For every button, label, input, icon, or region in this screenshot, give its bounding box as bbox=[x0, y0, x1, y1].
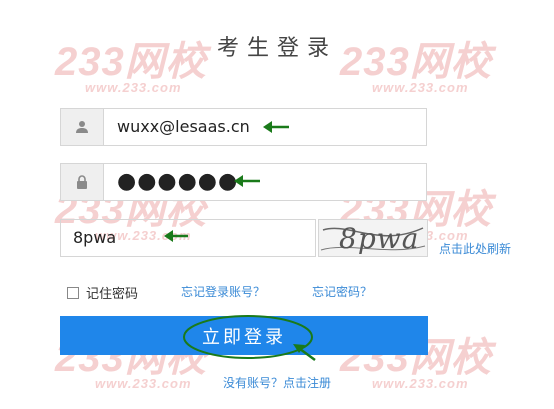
remember-checkbox[interactable] bbox=[67, 286, 79, 299]
captcha-image[interactable]: 8pwa bbox=[318, 219, 428, 257]
watermark-url: www.233.com bbox=[85, 80, 182, 95]
lock-icon bbox=[61, 164, 104, 200]
forgot-password-link[interactable]: 忘记密码？ bbox=[312, 283, 372, 300]
register-link[interactable]: 没有账号？点击注册 bbox=[0, 374, 554, 391]
username-value: wuxx@lesaas.cn bbox=[117, 117, 250, 136]
login-button-label: 立即登录 bbox=[202, 326, 286, 348]
username-field[interactable]: wuxx@lesaas.cn bbox=[60, 108, 427, 146]
password-value: ●●●●●● bbox=[117, 169, 239, 194]
remember-label: 记住密码 bbox=[86, 287, 139, 302]
page-title: 考生登录 bbox=[216, 36, 337, 61]
password-field[interactable]: ●●●●●● bbox=[60, 163, 427, 201]
captcha-input[interactable]: 8pwa bbox=[60, 219, 316, 257]
refresh-captcha-link[interactable]: 点击此处刷新 bbox=[439, 240, 511, 257]
captcha-image-text: 8pwa bbox=[339, 222, 420, 255]
captcha-value: 8pwa bbox=[73, 228, 117, 247]
forgot-account-link[interactable]: 忘记登录账号？ bbox=[181, 283, 265, 300]
user-icon bbox=[61, 109, 104, 145]
remember-password[interactable]: 记住密码 bbox=[67, 283, 138, 302]
login-button[interactable]: 立即登录 bbox=[60, 316, 428, 355]
watermark-url: www.233.com bbox=[372, 80, 469, 95]
